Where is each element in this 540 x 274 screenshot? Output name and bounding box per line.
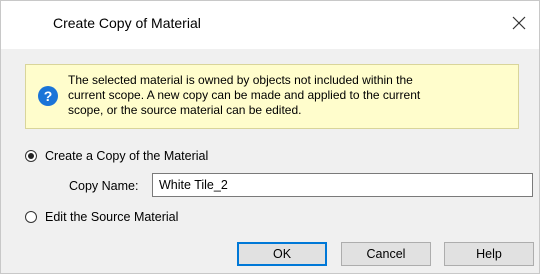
edit-source-label: Edit the Source Material [45, 210, 179, 224]
title-bar: Create Copy of Material [1, 1, 539, 49]
ok-button[interactable]: OK [237, 242, 327, 266]
copy-name-label: Copy Name: [69, 179, 139, 193]
dialog-title: Create Copy of Material [53, 15, 201, 31]
close-icon [512, 16, 526, 30]
info-message-text: The selected material is owned by object… [68, 73, 421, 117]
question-icon: ? [38, 86, 58, 106]
create-copy-radio[interactable] [25, 150, 37, 162]
cancel-button[interactable]: Cancel [341, 242, 431, 266]
copy-name-input[interactable] [152, 173, 533, 197]
edit-source-radio[interactable] [25, 211, 37, 223]
help-button[interactable]: Help [444, 242, 534, 266]
create-copy-dialog: Create Copy of Material ? The selected m… [0, 0, 540, 274]
edit-source-option[interactable]: Edit the Source Material [25, 210, 178, 224]
create-copy-option[interactable]: Create a Copy of the Material [25, 149, 208, 163]
create-copy-label: Create a Copy of the Material [45, 149, 209, 163]
info-message-box: ? The selected material is owned by obje… [25, 64, 519, 129]
close-button[interactable] [505, 9, 533, 37]
